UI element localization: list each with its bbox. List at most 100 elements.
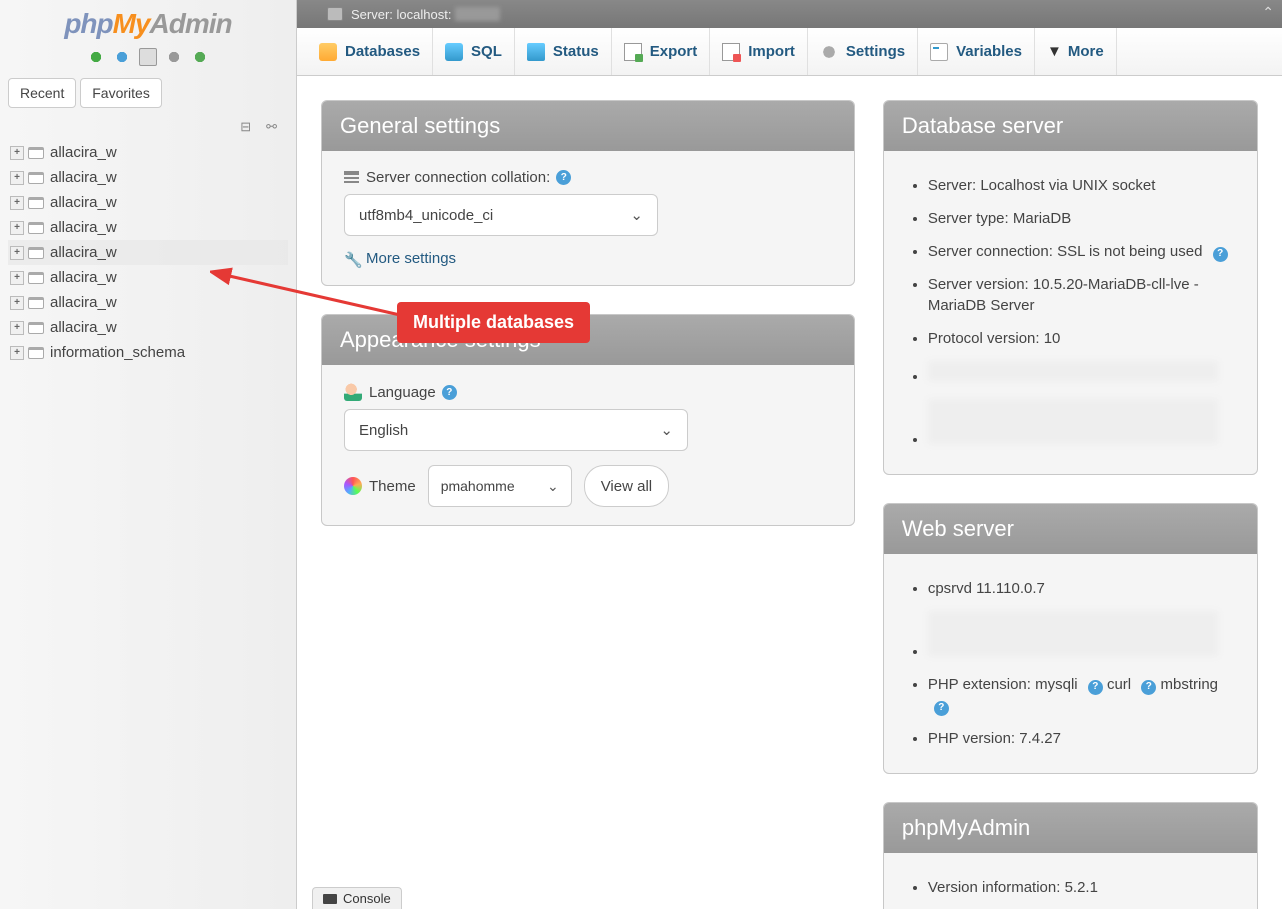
status-label: Status bbox=[553, 43, 599, 60]
help-icon[interactable]: ? bbox=[1141, 680, 1156, 695]
database-tree: +allacira_w+allacira_w+allacira_w+allaci… bbox=[0, 140, 296, 365]
sql-tab[interactable]: SQL bbox=[433, 28, 515, 75]
expand-icon[interactable]: + bbox=[10, 146, 24, 160]
export-label: Export bbox=[650, 43, 698, 60]
right-column: Database server Server: Localhost via UN… bbox=[883, 100, 1258, 885]
collation-label-row: Server connection collation: ? bbox=[344, 169, 832, 186]
expand-icon[interactable]: + bbox=[10, 246, 24, 260]
expand-icon[interactable]: + bbox=[10, 271, 24, 285]
collapse-all-icon[interactable]: ⊟ bbox=[235, 119, 251, 133]
language-select[interactable]: English ⌄ bbox=[344, 409, 688, 451]
redacted-text bbox=[928, 361, 1218, 381]
database-icon bbox=[28, 272, 44, 284]
console-icon bbox=[323, 894, 337, 904]
view-all-button[interactable]: View all bbox=[584, 465, 669, 507]
database-icon bbox=[28, 297, 44, 309]
server-label[interactable]: Server: localhost: bbox=[351, 7, 451, 22]
docs-icon[interactable] bbox=[139, 48, 157, 66]
left-column: General settings Server connection colla… bbox=[321, 100, 855, 885]
wrench-icon: 🔧 bbox=[344, 251, 360, 267]
nav-tree-controls: ⊟ ⚯ bbox=[0, 112, 296, 140]
import-label: Import bbox=[748, 43, 795, 60]
database-icon bbox=[28, 247, 44, 259]
expand-icon[interactable]: + bbox=[10, 321, 24, 335]
settings-label: Settings bbox=[846, 43, 905, 60]
pma-list: Version information: 5.2.1 Documentation bbox=[906, 871, 1235, 909]
database-icon bbox=[28, 347, 44, 359]
db-tree-item[interactable]: +allacira_w bbox=[8, 215, 288, 240]
list-item bbox=[928, 605, 1235, 668]
db-name: allacira_w bbox=[50, 294, 117, 311]
collation-select[interactable]: utf8mb4_unicode_ci ⌄ bbox=[344, 194, 658, 236]
redacted-text bbox=[928, 611, 1218, 656]
db-name: allacira_w bbox=[50, 244, 117, 261]
ssl-text: Server connection: SSL is not being used bbox=[928, 243, 1203, 260]
list-item: Version information: 5.2.1 bbox=[928, 871, 1235, 904]
db-tree-item[interactable]: +allacira_w bbox=[8, 315, 288, 340]
database-icon bbox=[319, 43, 337, 61]
db-tree-item[interactable]: + information_schema bbox=[8, 340, 288, 365]
database-icon bbox=[28, 322, 44, 334]
db-name: allacira_w bbox=[50, 194, 117, 211]
db-tree-item[interactable]: + allacira_w bbox=[8, 290, 288, 315]
language-label-row: Language ? bbox=[344, 383, 832, 401]
list-item bbox=[928, 355, 1235, 393]
chevron-down-icon: ⌄ bbox=[660, 421, 673, 439]
expand-icon[interactable]: + bbox=[10, 171, 24, 185]
mbstring-label: mbstring bbox=[1160, 676, 1218, 693]
import-tab[interactable]: Import bbox=[710, 28, 808, 75]
favorites-tab[interactable]: Favorites bbox=[80, 78, 162, 108]
theme-label: Theme bbox=[369, 478, 416, 495]
list-item: Server type: MariaDB bbox=[928, 202, 1235, 235]
home-icon[interactable] bbox=[87, 48, 105, 66]
collation-value: utf8mb4_unicode_ci bbox=[359, 207, 493, 224]
help-icon[interactable] bbox=[113, 48, 131, 66]
list-item: Server connection: SSL is not being used… bbox=[928, 235, 1235, 268]
php-ext-label: PHP extension: mysqli bbox=[928, 676, 1078, 693]
database-icon bbox=[28, 222, 44, 234]
help-icon[interactable]: ? bbox=[556, 170, 571, 185]
server-host-redacted bbox=[455, 7, 500, 21]
variables-tab[interactable]: Variables bbox=[918, 28, 1035, 75]
database-icon bbox=[28, 172, 44, 184]
db-name: information_schema bbox=[50, 344, 185, 361]
db-tree-item[interactable]: +allacira_w bbox=[8, 265, 288, 290]
redacted-text bbox=[928, 399, 1218, 444]
list-icon bbox=[344, 171, 359, 184]
status-tab[interactable]: Status bbox=[515, 28, 612, 75]
recent-tab[interactable]: Recent bbox=[8, 78, 76, 108]
breadcrumb-bar: Server: localhost: ⌃ bbox=[297, 0, 1282, 28]
theme-select[interactable]: pmahomme ⌄ bbox=[428, 465, 572, 507]
language-icon bbox=[344, 383, 362, 401]
expand-icon[interactable]: + bbox=[10, 296, 24, 310]
help-icon[interactable]: ? bbox=[1213, 247, 1228, 262]
console-toggle[interactable]: Console bbox=[312, 887, 402, 909]
help-icon[interactable]: ? bbox=[1088, 680, 1103, 695]
expand-icon[interactable]: + bbox=[10, 346, 24, 360]
logo[interactable]: phpMyAdmin bbox=[0, 0, 296, 44]
sql-icon bbox=[445, 43, 463, 61]
link-icon[interactable]: ⚯ bbox=[261, 119, 277, 133]
databases-tab[interactable]: Databases bbox=[307, 28, 433, 75]
more-settings-link[interactable]: 🔧 More settings bbox=[344, 250, 832, 267]
more-tab[interactable]: ▼More bbox=[1035, 28, 1117, 75]
db-tree-item[interactable]: + allacira_w bbox=[8, 190, 288, 215]
settings-icon[interactable] bbox=[165, 48, 183, 66]
settings-tab[interactable]: Settings bbox=[808, 28, 918, 75]
logo-admin: Admin bbox=[150, 8, 232, 39]
refresh-icon[interactable] bbox=[191, 48, 209, 66]
chevron-down-icon: ⌄ bbox=[547, 478, 559, 495]
sidebar-quick-icons bbox=[0, 44, 296, 74]
help-icon[interactable]: ? bbox=[934, 701, 949, 716]
expand-icon[interactable]: + bbox=[10, 196, 24, 210]
phpmyadmin-panel: phpMyAdmin Version information: 5.2.1 Do… bbox=[883, 802, 1258, 909]
console-label: Console bbox=[343, 891, 391, 906]
export-tab[interactable]: Export bbox=[612, 28, 711, 75]
db-tree-item[interactable]: + allacira_w bbox=[8, 240, 288, 265]
db-tree-item[interactable]: +allacira_w bbox=[8, 165, 288, 190]
nav-up-icon[interactable]: ⌃ bbox=[1262, 4, 1274, 21]
help-icon[interactable]: ? bbox=[442, 385, 457, 400]
db-tree-item[interactable]: +allacira_w bbox=[8, 140, 288, 165]
web-server-header: Web server bbox=[884, 504, 1257, 554]
expand-icon[interactable]: + bbox=[10, 221, 24, 235]
